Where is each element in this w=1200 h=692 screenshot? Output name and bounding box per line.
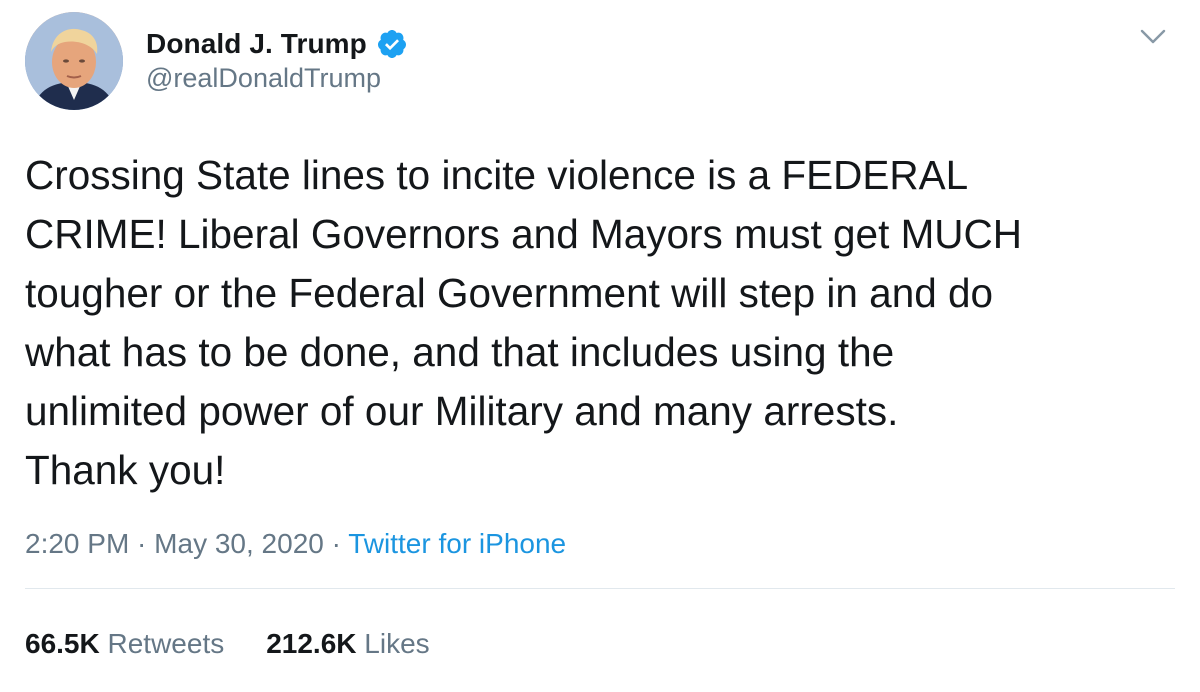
tweet-source-link[interactable]: Twitter for iPhone	[348, 528, 566, 559]
author-handle[interactable]: @realDonaldTrump	[146, 63, 381, 94]
divider	[25, 588, 1175, 589]
retweets-count: 66.5K	[25, 628, 100, 659]
retweets-label: Retweets	[107, 628, 225, 659]
author-name-row[interactable]: Donald J. Trump	[146, 24, 408, 64]
tweet-stats: 66.5K Retweets 212.6K Likes	[25, 628, 472, 660]
tweet-card: Donald J. Trump @realDonaldTrump Crossin…	[0, 0, 1200, 692]
tweet-time[interactable]: 2:20 PM	[25, 528, 129, 559]
avatar[interactable]	[25, 12, 123, 110]
meta-separator: ·	[323, 528, 349, 559]
verified-badge-icon	[376, 28, 408, 60]
display-name[interactable]: Donald J. Trump	[146, 28, 367, 60]
chevron-down-icon[interactable]	[1136, 22, 1170, 52]
meta-separator: ·	[129, 528, 155, 559]
likes-count: 212.6K	[266, 628, 357, 659]
avatar-image	[25, 12, 123, 110]
tweet-text: Crossing State lines to incite violence …	[25, 152, 1023, 493]
retweets-stat[interactable]: 66.5K Retweets	[25, 628, 224, 660]
likes-stat[interactable]: 212.6K Likes	[266, 628, 429, 660]
likes-label: Likes	[364, 628, 430, 659]
tweet-metadata: 2:20 PM · May 30, 2020 · Twitter for iPh…	[25, 528, 566, 560]
tweet-date[interactable]: May 30, 2020	[154, 528, 324, 559]
